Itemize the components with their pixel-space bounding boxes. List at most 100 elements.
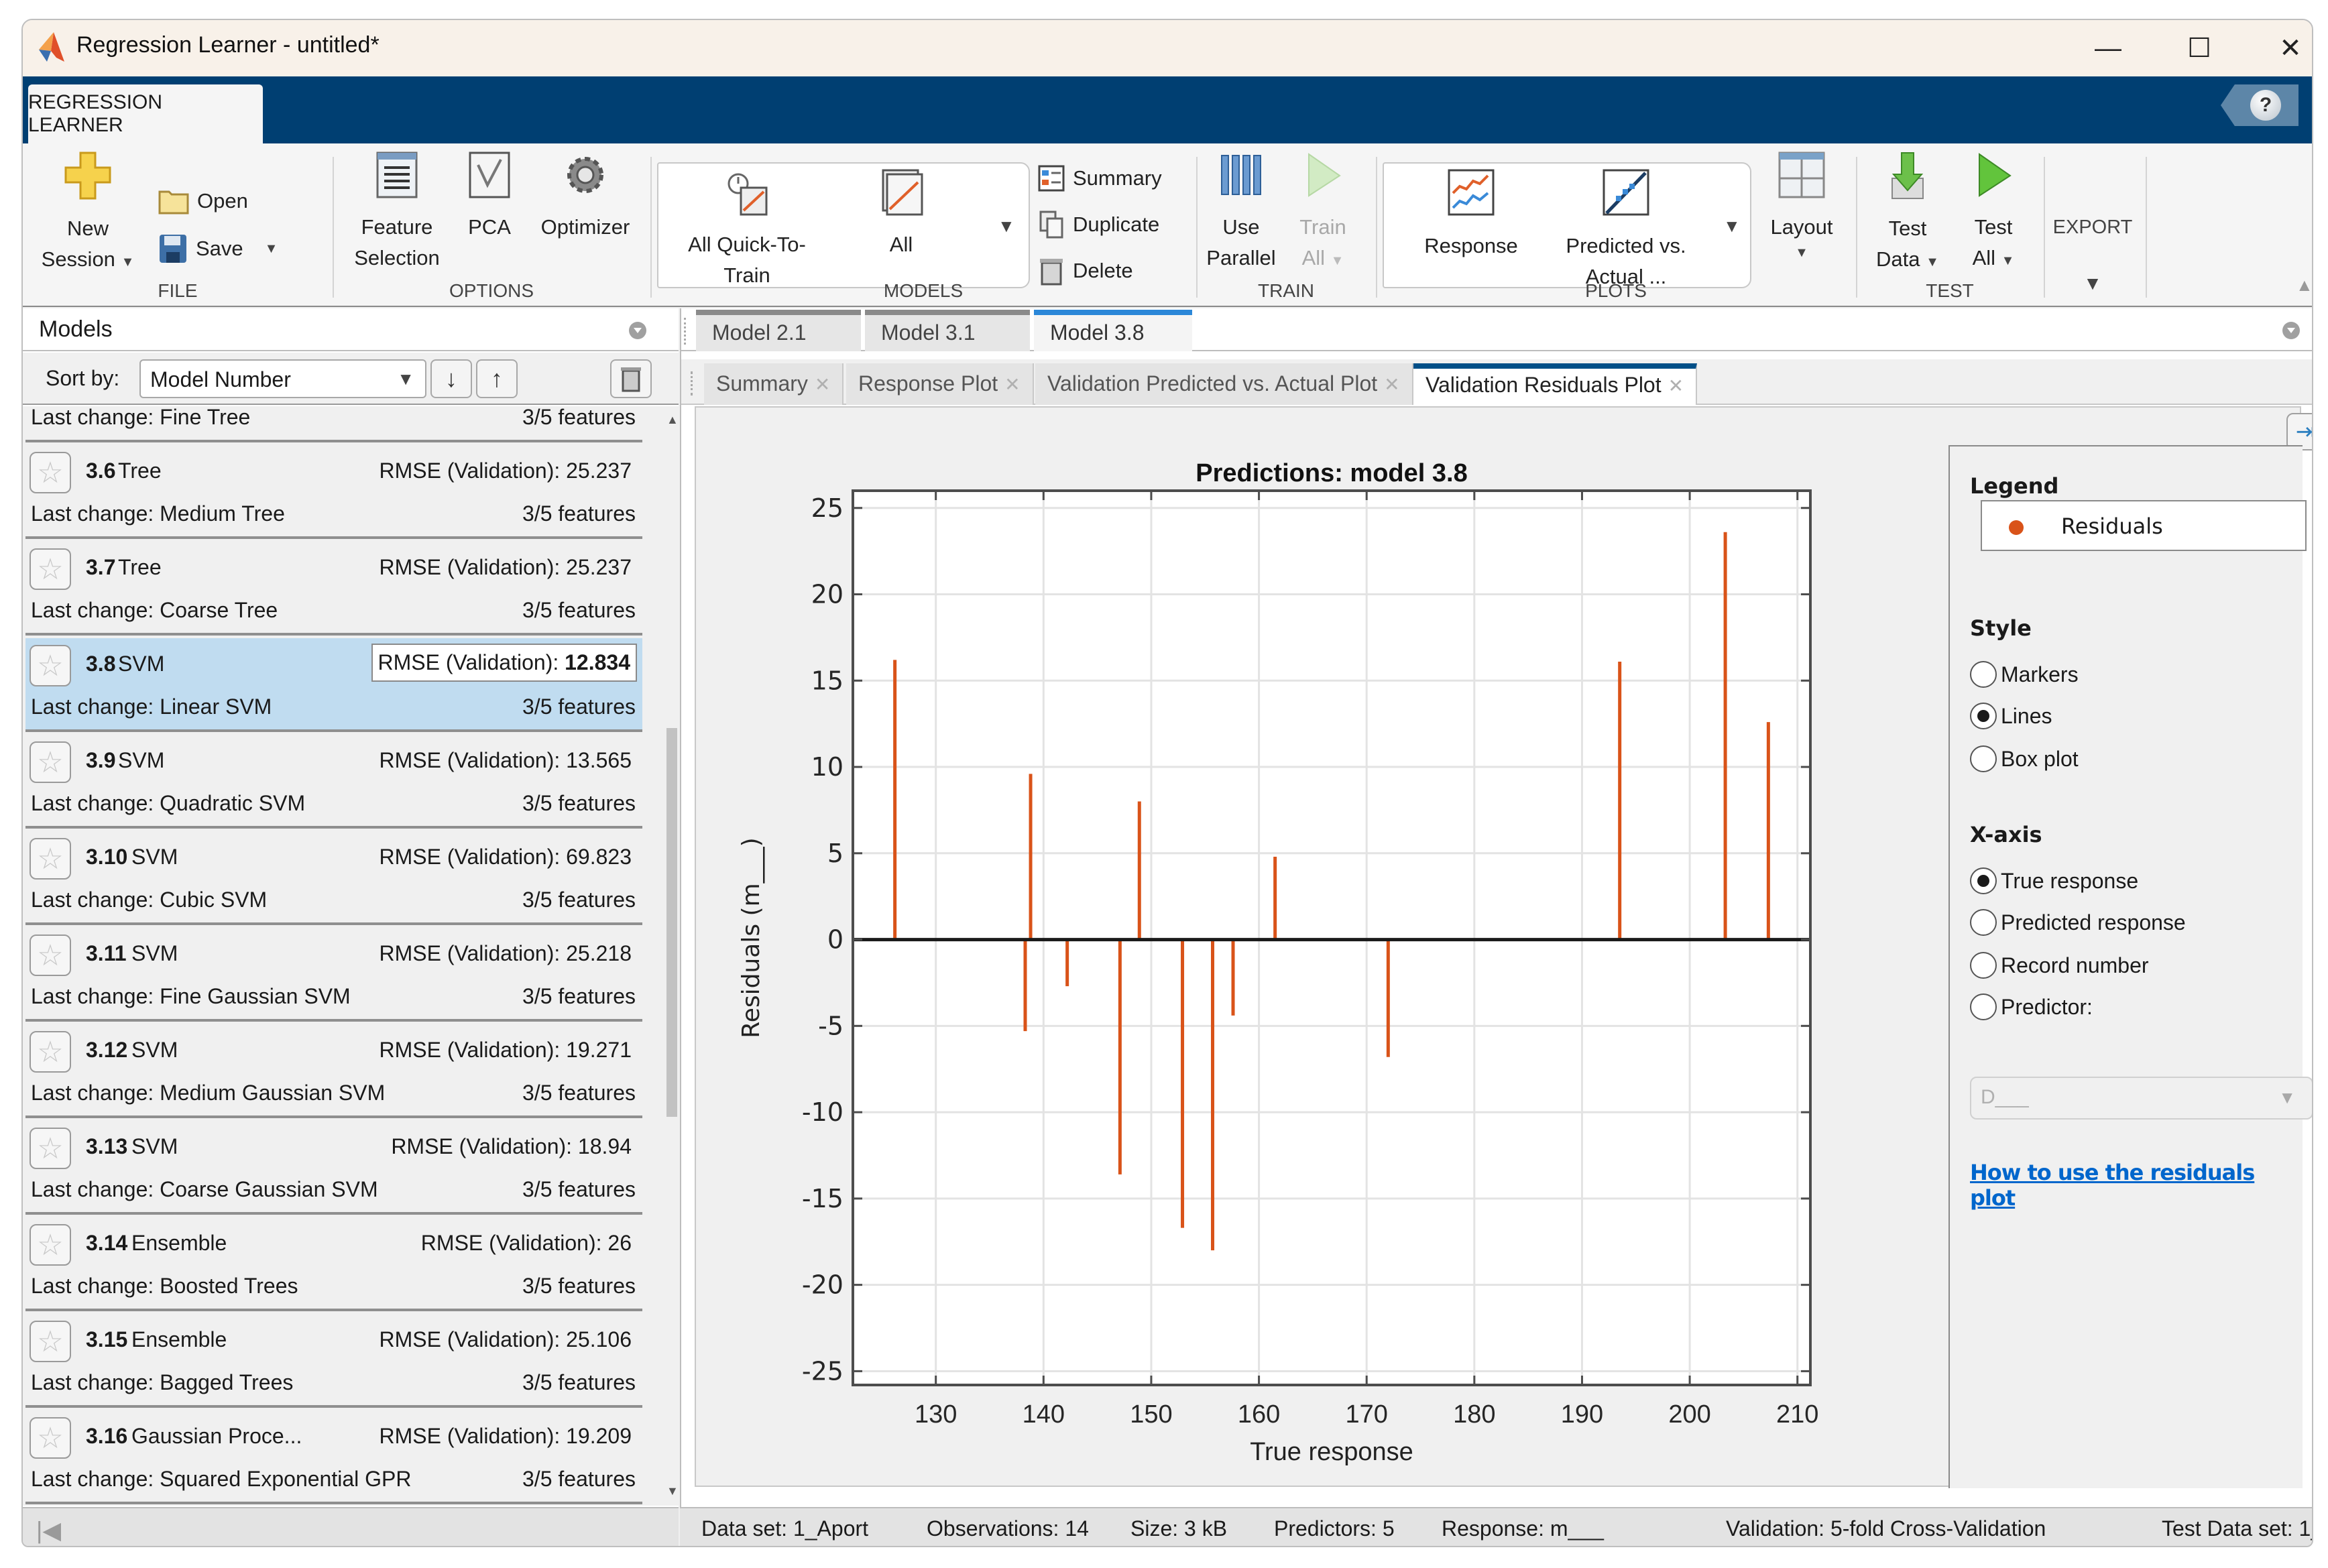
- maximize-button[interactable]: ☐: [2166, 27, 2233, 70]
- tab-summary[interactable]: Summary ✕: [704, 363, 844, 405]
- radio-lines[interactable]: Lines: [1970, 703, 2052, 729]
- tab-label: Validation Predicted vs. Actual Plot: [1047, 371, 1378, 396]
- sort-ascending-button[interactable]: ↑: [476, 359, 518, 398]
- test-data-button[interactable]: Test Data ▼: [1864, 152, 1951, 276]
- use-parallel-button[interactable]: Use Parallel: [1204, 152, 1278, 274]
- radio-record-number[interactable]: Record number: [1970, 952, 2149, 979]
- save-button[interactable]: Save ▼: [158, 233, 278, 264]
- close-tab-icon[interactable]: ✕: [1668, 375, 1684, 396]
- radio-icon: [1970, 952, 1997, 979]
- open-button[interactable]: Open: [158, 188, 248, 215]
- model-card[interactable]: ☆ 3.9 SVM RMSE (Validation): 13.565 Last cha…: [25, 735, 642, 829]
- help-button[interactable]: ?: [2221, 84, 2298, 126]
- predictor-dropdown[interactable]: D___ ▼: [1970, 1077, 2312, 1120]
- radio-markers[interactable]: Markers: [1970, 661, 2079, 688]
- window-title: Regression Learner - untitled*: [76, 32, 380, 58]
- favorite-star-icon[interactable]: ☆: [30, 1224, 71, 1266]
- model-list-scrollbar[interactable]: ▲ ▼: [665, 406, 679, 1506]
- duplicate-icon: [1039, 210, 1063, 239]
- summary-button[interactable]: Summary: [1038, 165, 1162, 192]
- panel-options-icon[interactable]: [629, 322, 646, 339]
- duplicate-label: Duplicate: [1073, 213, 1160, 236]
- scroll-up-icon[interactable]: ▲: [666, 413, 679, 427]
- drag-handle-icon[interactable]: [691, 371, 696, 396]
- scrollbar-thumb[interactable]: [666, 728, 677, 1117]
- radio-predictor[interactable]: Predictor:: [1970, 993, 2093, 1020]
- model-metric: RMSE (Validation): 13.565: [374, 747, 637, 774]
- close-tab-icon[interactable]: ✕: [1384, 374, 1399, 395]
- close-button[interactable]: ✕: [2257, 27, 2312, 70]
- model-card[interactable]: ☆ 3.14 Ensemble RMSE (Validation): 26 Last c…: [25, 1217, 642, 1311]
- favorite-star-icon[interactable]: ☆: [30, 548, 71, 590]
- tab-model-3-1[interactable]: Model 3.1: [865, 310, 1030, 351]
- response-plot-button[interactable]: Response: [1404, 169, 1538, 261]
- predicted-vs-actual-button[interactable]: Predicted vs. Actual ...: [1549, 169, 1703, 293]
- sort-dropdown[interactable]: Model Number ▼: [139, 359, 426, 398]
- collapse-ribbon-icon[interactable]: ▲: [2296, 275, 2312, 298]
- x-tick-label: 170: [1346, 1400, 1388, 1429]
- favorite-star-icon[interactable]: ☆: [30, 1128, 71, 1169]
- favorite-star-icon[interactable]: ☆: [30, 452, 71, 493]
- model-card[interactable]: ☆ 3.7 Tree RMSE (Validation): 25.237 Last ch…: [25, 542, 642, 636]
- close-tab-icon[interactable]: ✕: [1004, 374, 1020, 395]
- model-card[interactable]: ☆ 3.11 SVM RMSE (Validation): 25.218 Last ch…: [25, 928, 642, 1022]
- layout-button[interactable]: Layout ▼: [1758, 152, 1845, 263]
- model-card[interactable]: ☆ 3.6 Tree RMSE (Validation): 25.237 Last ch…: [25, 445, 642, 539]
- feature-selection-button[interactable]: Feature Selection: [343, 152, 451, 274]
- duplicate-button[interactable]: Duplicate: [1038, 210, 1159, 239]
- radio-icon: [1970, 867, 1997, 894]
- model-card[interactable]: ☆ 3.12 SVM RMSE (Validation): 19.271 Last ch…: [25, 1024, 642, 1118]
- train-all-button[interactable]: Train All ▼: [1286, 152, 1360, 274]
- minimize-button[interactable]: —: [2075, 27, 2142, 70]
- model-card[interactable]: ☆ 3.16 Gaussian Proce... RMSE (Validation):…: [25, 1410, 642, 1504]
- open-label: Open: [197, 189, 248, 213]
- gallery-expand-arrow-icon[interactable]: ▼: [1723, 216, 1741, 237]
- dropdown-arrow-icon: ▼: [1795, 245, 1808, 260]
- favorite-star-icon[interactable]: ☆: [30, 645, 71, 686]
- model-card[interactable]: ☆ 3.13 SVM RMSE (Validation): 18.94 Last cha…: [25, 1121, 642, 1215]
- favorite-star-icon[interactable]: ☆: [30, 1321, 71, 1362]
- drag-handle-icon[interactable]: [684, 318, 689, 345]
- radio-predicted-response[interactable]: Predicted response: [1970, 909, 2186, 936]
- export-button[interactable]: EXPORT ▼: [2049, 213, 2136, 298]
- favorite-star-icon[interactable]: ☆: [30, 1031, 71, 1073]
- pca-button[interactable]: PCA: [459, 152, 520, 243]
- trash-icon: [621, 367, 641, 392]
- model-card[interactable]: ☆ 3.15 Ensemble RMSE (Validation): 25.106 La…: [25, 1314, 642, 1408]
- scroll-down-icon[interactable]: ▼: [666, 1484, 679, 1498]
- favorite-star-icon[interactable]: ☆: [30, 1417, 71, 1459]
- favorite-star-icon[interactable]: ☆: [30, 838, 71, 880]
- metric-value: 25.237: [566, 555, 632, 579]
- new-session-button[interactable]: New Session ▼: [38, 152, 138, 276]
- model-number: 3.9: [86, 748, 116, 772]
- tab-model-2-1[interactable]: Model 2.1: [696, 310, 861, 351]
- model-card-partial[interactable]: Last change: Fine Tree 3/5 features: [25, 406, 642, 442]
- tab-model-3-8[interactable]: Model 3.8: [1034, 310, 1192, 351]
- residuals-help-link[interactable]: How to use the residuals plot: [1970, 1160, 2303, 1211]
- model-card[interactable]: ☆ 3.8 SVM RMSE (Validation): 12.834 Last cha…: [25, 638, 642, 732]
- test-all-button[interactable]: Test All ▼: [1957, 152, 2030, 274]
- panel-options-icon[interactable]: [2282, 322, 2300, 339]
- all-button[interactable]: All: [861, 169, 941, 260]
- radio-true-response[interactable]: True response: [1970, 867, 2138, 894]
- delete-models-button[interactable]: [610, 359, 652, 398]
- tab-response-plot[interactable]: Response Plot ✕: [846, 363, 1034, 405]
- gallery-expand-arrow-icon[interactable]: ▼: [998, 216, 1015, 237]
- sort-descending-button[interactable]: ↓: [430, 359, 472, 398]
- tab-validation-residuals-plot[interactable]: Validation Residuals Plot ✕: [1413, 363, 1698, 405]
- optimizer-button[interactable]: Optimizer: [528, 152, 642, 243]
- collapse-left-icon[interactable]: |◀: [36, 1516, 61, 1545]
- metric-label: RMSE (Validation):: [379, 1424, 561, 1448]
- favorite-star-icon[interactable]: ☆: [30, 934, 71, 976]
- model-card[interactable]: ☆ 3.10 SVM RMSE (Validation): 69.823 Last ch…: [25, 831, 642, 925]
- radio-box-plot[interactable]: Box plot: [1970, 745, 2079, 772]
- toolstrip-tabs: REGRESSION LEARNER ?: [23, 76, 2312, 143]
- tab-validation-predicted-vs-actual[interactable]: Validation Predicted vs. Actual Plot ✕: [1035, 363, 1413, 405]
- all-quick-to-train-button[interactable]: All Quick-To- Train: [666, 169, 827, 292]
- favorite-star-icon[interactable]: ☆: [30, 741, 71, 783]
- tab-regression-learner[interactable]: REGRESSION LEARNER: [28, 84, 263, 143]
- close-tab-icon[interactable]: ✕: [815, 374, 830, 395]
- response-plot-icon: [1448, 169, 1495, 216]
- y-tick-label: -25: [802, 1356, 843, 1386]
- model-number: 3.10: [86, 845, 128, 869]
